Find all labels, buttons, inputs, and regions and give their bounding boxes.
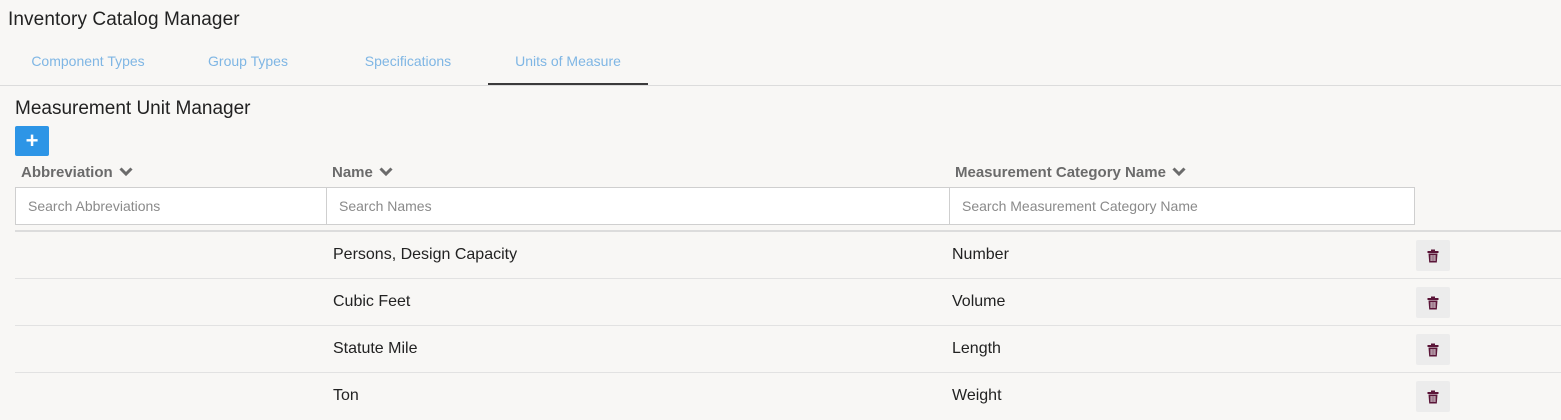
search-abbreviations-input[interactable]	[15, 187, 327, 225]
chevron-down-icon	[119, 167, 133, 177]
column-header-name[interactable]: Name	[332, 162, 393, 182]
delete-button[interactable]	[1416, 334, 1450, 365]
chevron-down-icon	[379, 167, 393, 177]
tab-units-of-measure[interactable]: Units of Measure	[488, 40, 648, 85]
plus-icon: +	[25, 128, 39, 153]
table-row: Statute Mile Length	[15, 326, 1561, 373]
delete-button[interactable]	[1416, 240, 1450, 271]
search-names-input[interactable]	[326, 187, 950, 225]
chevron-down-icon	[1172, 167, 1186, 177]
tab-group-types[interactable]: Group Types	[168, 40, 328, 85]
delete-button[interactable]	[1416, 287, 1450, 318]
search-category-input[interactable]	[949, 187, 1415, 225]
category-cell: Length	[952, 340, 1001, 357]
app-title: Inventory Catalog Manager	[8, 9, 240, 30]
category-cell: Number	[952, 246, 1009, 263]
trash-icon	[1427, 296, 1439, 309]
column-header-category[interactable]: Measurement Category Name	[955, 162, 1186, 182]
column-header-abbreviation[interactable]: Abbreviation	[21, 162, 133, 182]
name-cell: Persons, Design Capacity	[333, 246, 518, 263]
column-header-label: Abbreviation	[21, 163, 113, 181]
table-row: Persons, Design Capacity Number	[15, 232, 1561, 279]
table-row: Cubic Feet Volume	[15, 279, 1561, 326]
column-header-label: Name	[332, 163, 373, 181]
tab-bar: Component Types Group Types Specificatio…	[0, 40, 1561, 86]
tab-component-types[interactable]: Component Types	[8, 40, 168, 85]
category-cell: Weight	[952, 387, 1002, 404]
delete-button[interactable]	[1416, 381, 1450, 412]
name-cell: Ton	[333, 387, 359, 404]
name-cell: Cubic Feet	[333, 293, 411, 310]
section-title: Measurement Unit Manager	[15, 98, 251, 119]
trash-icon	[1427, 343, 1439, 356]
trash-icon	[1427, 390, 1439, 403]
trash-icon	[1427, 249, 1439, 262]
column-header-label: Measurement Category Name	[955, 163, 1166, 181]
tab-specifications[interactable]: Specifications	[328, 40, 488, 85]
category-cell: Volume	[952, 293, 1006, 310]
name-cell: Statute Mile	[333, 340, 418, 357]
add-unit-button[interactable]: +	[15, 126, 49, 156]
table-row: Ton Weight	[15, 373, 1561, 420]
